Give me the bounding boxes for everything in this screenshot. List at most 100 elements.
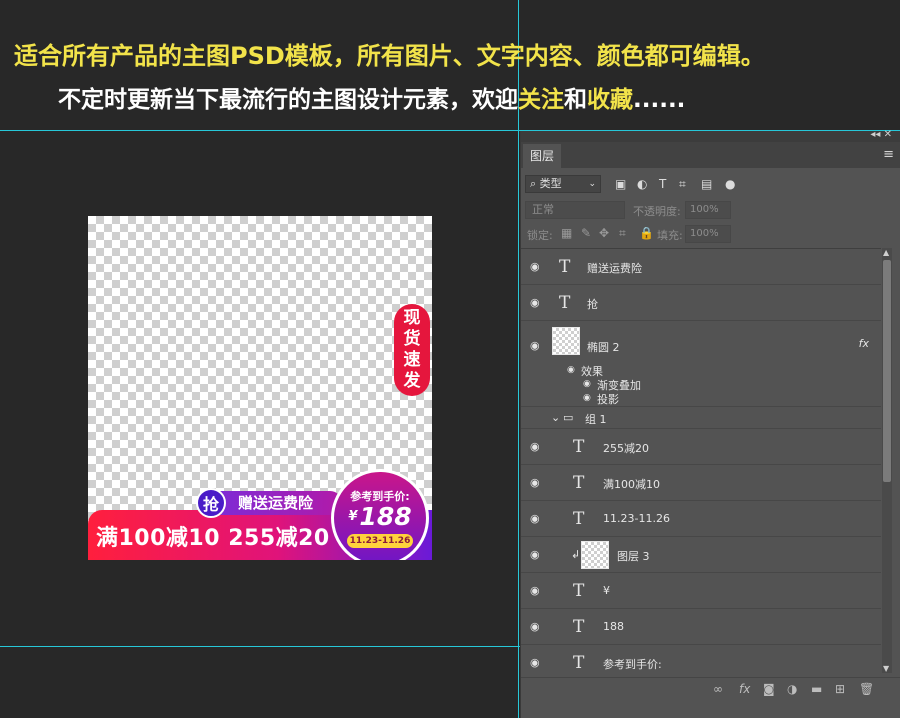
date-range: 11.23-11.26	[347, 534, 413, 548]
headline-text: 不定时更新当下最流行的主图设计元素，欢迎	[58, 87, 518, 113]
eye-icon[interactable]: ◉	[583, 393, 591, 403]
lock-transparent-icon[interactable]: ▦	[561, 226, 572, 240]
eye-icon[interactable]: ◉	[530, 476, 540, 489]
chevron-down-icon: ⌄	[588, 179, 596, 189]
eye-icon[interactable]: ◉	[583, 379, 591, 389]
layer-name[interactable]: 参考到手价:	[603, 656, 662, 672]
lock-artboard-icon[interactable]: ⌗	[619, 226, 626, 241]
text-layer-icon: T	[559, 256, 571, 277]
layer-row[interactable]: ◉ T 255减20	[521, 429, 881, 465]
mask-icon[interactable]: ◙	[763, 682, 775, 696]
layer-name[interactable]: 抢	[587, 296, 598, 312]
currency-symbol: ¥	[348, 509, 358, 524]
stock-tag-char: 发	[403, 371, 421, 391]
canvas-artwork[interactable]: 现 货 速 发 满100减10 255减20 赠送运费险 抢 参考到手价: ¥1…	[88, 216, 432, 560]
layers-scrollbar[interactable]: ▲ ▼	[882, 248, 892, 673]
scroll-up-icon[interactable]: ▲	[883, 248, 889, 257]
promo-text: 满100减10 255减20	[96, 526, 330, 551]
filter-kind-label: 类型	[539, 177, 562, 190]
text-layer-icon: T	[573, 436, 585, 457]
layer-row-shape[interactable]: ◉ 椭圆 2 fx ◉ 效果 ◉ 渐变叠加 ◉ 投影	[521, 321, 881, 407]
lock-row: 锁定: ▦ ✎ ✥ ⌗ 🔒 填充: 100%	[521, 223, 900, 245]
headline-and: 和	[564, 87, 587, 113]
panel-tabbar: 图层 ≡	[521, 142, 900, 168]
layers-panel: ◂◂ ✕ 图层 ≡ ⌕ 类型 ⌄ ▣ ◐ T ⌗ ▤ ● 正常 不透明度: 100…	[520, 129, 900, 718]
type-filter-icon[interactable]: T	[659, 177, 666, 191]
tab-layers[interactable]: 图层	[523, 144, 561, 168]
fx-icon[interactable]: fx	[739, 682, 750, 696]
layer-name[interactable]: 图层 3	[617, 548, 650, 564]
headline-dots: ......	[633, 87, 686, 113]
smart-object-filter-icon[interactable]: ▤	[701, 177, 712, 191]
scroll-thumb[interactable]	[883, 260, 891, 482]
opacity-label: 不透明度:	[633, 205, 681, 218]
headline-collect: 收藏	[587, 87, 633, 113]
collapse-icon[interactable]: ◂◂ ✕	[870, 129, 892, 140]
adjustment-icon[interactable]: ◑	[787, 682, 797, 696]
layer-row[interactable]: ◉ T 11.23-11.26	[521, 501, 881, 537]
headline-line-2: 不定时更新当下最流行的主图设计元素，欢迎关注和收藏......	[58, 80, 685, 114]
folder-icon[interactable]: ▬	[811, 682, 822, 696]
lock-paint-icon[interactable]: ✎	[581, 226, 591, 240]
trash-icon[interactable]: 🗑	[859, 682, 874, 696]
chevron-down-icon[interactable]: ⌄	[551, 411, 560, 424]
price-circle: 参考到手价: ¥188 11.23-11.26	[331, 469, 429, 560]
text-layer-icon: T	[573, 652, 585, 673]
adjustment-filter-icon[interactable]: ◐	[637, 177, 647, 191]
layer-name[interactable]: 满100减10	[603, 476, 660, 492]
opacity-input[interactable]: 100%	[685, 201, 731, 219]
layer-name[interactable]: ¥	[603, 584, 610, 597]
lock-position-icon[interactable]: ✥	[599, 226, 609, 240]
layer-name[interactable]: 赠送运费险	[587, 260, 642, 276]
headline-line-1: 适合所有产品的主图PSD模板，所有图片、文字内容、颜色都可编辑。	[14, 42, 765, 70]
layer-row[interactable]: ◉ T 抢	[521, 285, 881, 321]
layer-name[interactable]: 椭圆 2	[587, 339, 620, 355]
price-number: 188	[359, 502, 412, 531]
layer-row[interactable]: ◉ T ¥	[521, 573, 881, 609]
blend-mode-select[interactable]: 正常	[525, 201, 625, 219]
layer-row[interactable]: ◉ T 满100减10	[521, 465, 881, 501]
panel-menu-icon[interactable]: ≡	[883, 147, 894, 162]
fill-input[interactable]: 100%	[685, 225, 731, 243]
blend-row: 正常 不透明度: 100%	[521, 199, 900, 221]
scroll-down-icon[interactable]: ▼	[883, 664, 889, 673]
layer-row-group[interactable]: ⌄ ▭ 组 1	[521, 407, 881, 429]
eye-icon[interactable]: ◉	[530, 548, 540, 561]
layer-thumbnail	[552, 327, 580, 355]
stock-tag: 现 货 速 发	[394, 304, 430, 396]
effect-drop-shadow[interactable]: 投影	[597, 391, 619, 407]
layer-name[interactable]: 255减20	[603, 440, 649, 456]
price-value: ¥188	[334, 502, 426, 531]
headline-follow: 关注	[518, 87, 564, 113]
image-filter-icon[interactable]: ▣	[615, 177, 626, 191]
group-name[interactable]: 组 1	[585, 411, 607, 427]
eye-icon[interactable]: ◉	[530, 512, 540, 525]
eye-icon[interactable]: ◉	[530, 296, 540, 309]
new-layer-icon[interactable]: ⊞	[835, 682, 845, 696]
lock-all-icon[interactable]: 🔒	[639, 226, 654, 240]
layer-row-image[interactable]: ◉ ↲ 图层 3	[521, 537, 881, 573]
layer-row[interactable]: ◉ T 参考到手价:	[521, 645, 881, 674]
layer-name[interactable]: 188	[603, 620, 624, 633]
shape-filter-icon[interactable]: ⌗	[679, 177, 686, 192]
text-layer-icon: T	[573, 508, 585, 529]
eye-icon[interactable]: ◉	[530, 339, 540, 352]
eye-icon[interactable]: ◉	[530, 260, 540, 273]
eye-icon[interactable]: ◉	[530, 584, 540, 597]
eye-icon[interactable]: ◉	[530, 656, 540, 669]
layer-row[interactable]: ◉ T 赠送运费险	[521, 249, 881, 285]
eye-icon[interactable]: ◉	[530, 440, 540, 453]
eye-icon[interactable]: ◉	[530, 620, 540, 633]
grab-badge: 抢	[196, 488, 226, 518]
filter-row: ⌕ 类型 ⌄ ▣ ◐ T ⌗ ▤ ●	[521, 171, 900, 197]
layers-list: ◉ T 赠送运费险 ◉ T 抢 ◉ 椭圆 2 fx ◉ 效果 ◉ 渐变叠加 ◉ …	[521, 248, 881, 674]
layer-row[interactable]: ◉ T 188	[521, 609, 881, 645]
layer-name[interactable]: 11.23-11.26	[603, 512, 670, 525]
text-layer-icon: T	[573, 616, 585, 637]
filter-toggle-icon[interactable]: ●	[725, 177, 735, 191]
panel-footer: ∞ fx ◙ ◑ ▬ ⊞ 🗑	[521, 677, 900, 702]
eye-icon[interactable]: ◉	[567, 365, 575, 375]
fx-icon[interactable]: fx	[859, 337, 869, 350]
filter-kind-select[interactable]: ⌕ 类型 ⌄	[525, 175, 601, 193]
link-icon[interactable]: ∞	[713, 682, 723, 696]
